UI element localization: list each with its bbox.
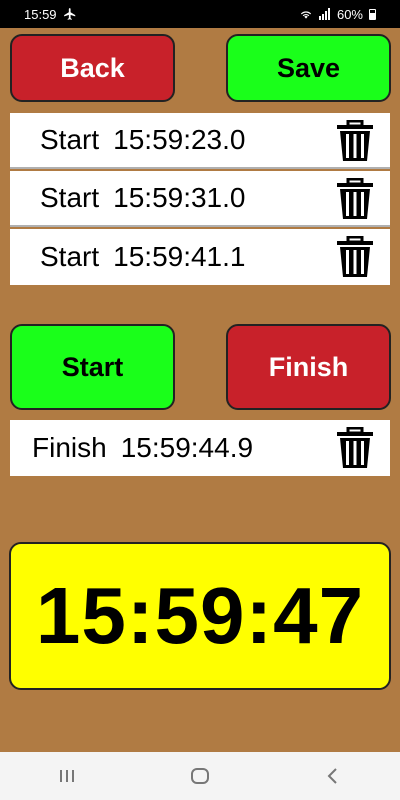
status-bar: 15:59 60% [0, 0, 400, 28]
home-button[interactable] [180, 756, 220, 796]
status-time: 15:59 [24, 6, 57, 22]
start-entry-row: Start 15:59:41.1 [10, 229, 390, 285]
entry-label: Start [40, 124, 100, 155]
save-button-label: Save [276, 52, 341, 83]
entry-text: Start 15:59:23.0 [40, 124, 245, 156]
entry-label: Start [40, 182, 100, 213]
back-button[interactable]: Back [10, 34, 175, 102]
entry-time: 15:59:31.0 [113, 182, 246, 213]
finish-button-label: Finish [268, 351, 349, 382]
battery-icon [369, 8, 376, 20]
back-nav-button[interactable] [313, 756, 353, 796]
trash-icon[interactable] [334, 120, 376, 162]
entry-label: Start [40, 241, 100, 272]
entry-text: Start 15:59:41.1 [40, 241, 245, 273]
status-left: 15:59 [24, 7, 77, 22]
trash-icon[interactable] [334, 178, 376, 220]
status-right: 60% [299, 7, 376, 22]
signal-icon [318, 8, 330, 20]
entry-time: 15:59:44.9 [120, 432, 254, 463]
recent-apps-icon [59, 770, 74, 782]
entry-time: 15:59:41.1 [113, 241, 246, 272]
trash-icon[interactable] [334, 236, 376, 278]
entry-text: Finish 15:59:44.9 [32, 432, 253, 464]
home-icon [190, 768, 209, 784]
battery-percent: 60% [336, 6, 363, 22]
trash-icon[interactable] [334, 427, 376, 469]
back-icon [327, 768, 338, 784]
recent-apps-button[interactable] [47, 756, 87, 796]
start-entry-row: Start 15:59:31.0 [10, 171, 390, 227]
wifi-icon [300, 11, 312, 19]
clock-time: 15:59:47 [35, 571, 365, 660]
app-area: Back Save Start 15:59:23.0 Start 15:59:31.… [0, 28, 400, 752]
start-entry-row: Start 15:59:23.0 [10, 113, 390, 169]
airplane-icon [63, 8, 75, 20]
clock-display: 15:59:47 [9, 542, 391, 690]
finish-entry-row: Finish 15:59:44.9 [10, 420, 390, 476]
navigation-bar [0, 752, 400, 800]
entry-label: Finish [32, 432, 107, 463]
start-button[interactable]: Start [10, 324, 175, 410]
start-button-label: Start [61, 351, 124, 382]
back-button-label: Back [60, 52, 125, 83]
finish-button[interactable]: Finish [226, 324, 391, 410]
entry-text: Start 15:59:31.0 [40, 182, 245, 214]
entry-time: 15:59:23.0 [113, 124, 246, 155]
save-button[interactable]: Save [226, 34, 391, 102]
